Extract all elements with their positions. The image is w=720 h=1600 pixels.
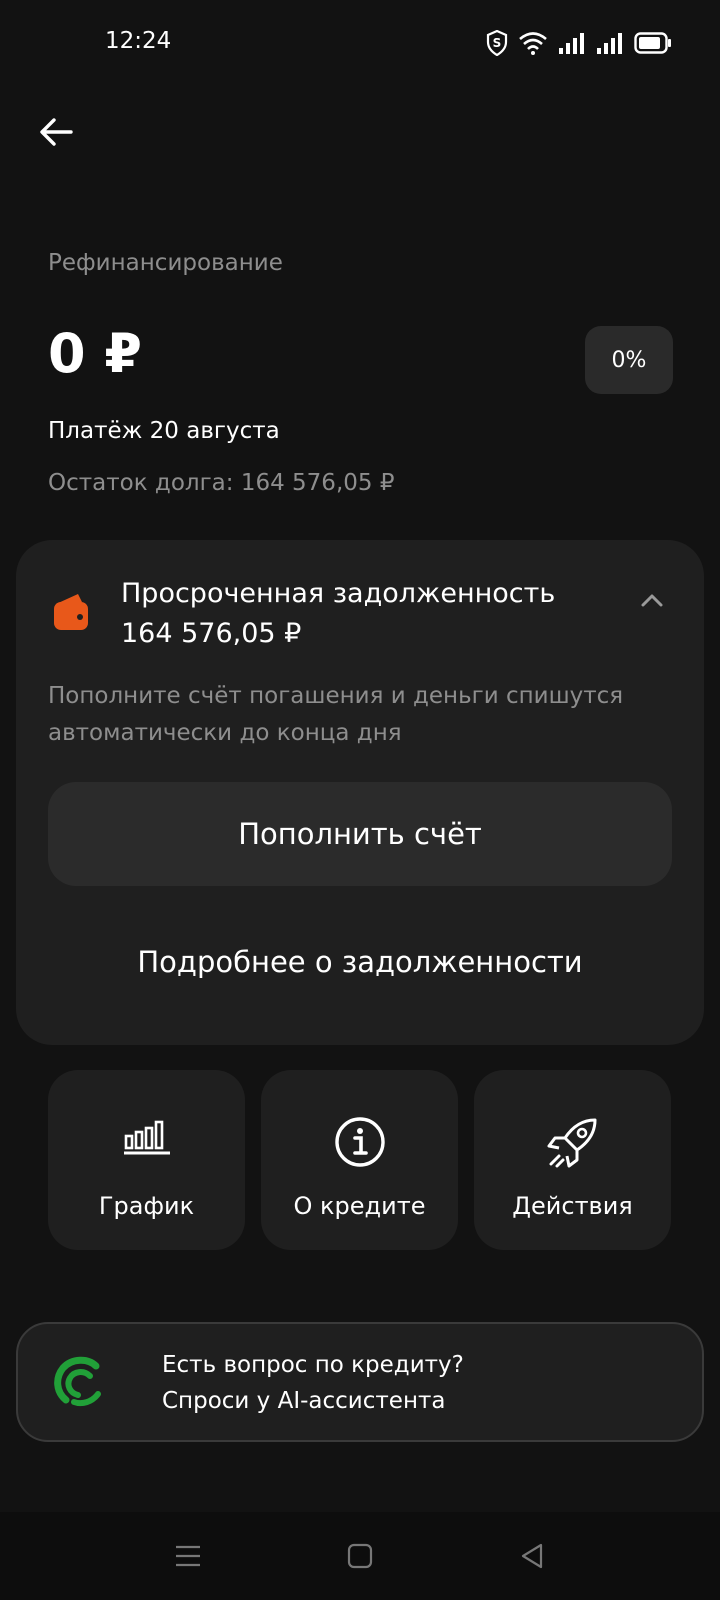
svg-text:S: S — [493, 36, 502, 50]
collapse-button[interactable] — [634, 582, 670, 618]
signal-icon — [559, 33, 584, 54]
nav-menu-button[interactable] — [166, 1534, 210, 1578]
ai-banner-question: Есть вопрос по кредиту? — [162, 1352, 464, 1378]
tile-label: График — [98, 1192, 195, 1220]
tile-label: Действия — [512, 1192, 633, 1220]
status-bar: 12:24 S — [0, 0, 720, 90]
bar-chart-icon — [123, 1120, 170, 1155]
topup-account-button[interactable]: Пополнить счёт — [48, 782, 672, 886]
info-icon — [334, 1117, 385, 1167]
ai-assistant-banner[interactable]: Есть вопрос по кредиту? Спроси у AI-асси… — [16, 1322, 704, 1442]
debt-details-link[interactable]: Подробнее о задолженности — [16, 910, 704, 1014]
action-tiles: График О кредите Действия — [48, 1070, 672, 1250]
status-icons: S — [486, 30, 672, 56]
back-button[interactable] — [36, 112, 76, 152]
system-nav-bar — [0, 1512, 720, 1600]
rate-badge: 0% — [585, 326, 673, 394]
debt-description: Пополните счёт погашения и деньги спишут… — [48, 683, 624, 746]
payment-amount: 0 ₽ — [48, 322, 142, 385]
ai-banner-cta: Спроси у AI-ассистента — [162, 1388, 446, 1414]
arrow-left-icon — [40, 118, 73, 146]
home-icon — [347, 1543, 373, 1569]
tile-label: О кредите — [293, 1192, 426, 1220]
signal-icon — [597, 33, 622, 54]
tile-schedule[interactable]: График — [48, 1070, 245, 1250]
status-time: 12:24 — [105, 28, 172, 54]
menu-icon — [176, 1545, 200, 1567]
overdue-debt-card: Просроченная задолженность 164 576,05 ₽ … — [16, 540, 704, 1045]
remaining-debt: Остаток долга: 164 576,05 ₽ — [48, 470, 395, 496]
product-name: Рефинансирование — [48, 250, 283, 276]
back-triangle-icon — [521, 1543, 543, 1569]
assistant-logo-icon — [54, 1356, 101, 1407]
nav-back-button[interactable] — [510, 1534, 554, 1578]
debt-title: Просроченная задолженность — [121, 578, 556, 609]
tile-about-credit[interactable]: О кредите — [261, 1070, 458, 1250]
shield-icon: S — [486, 30, 508, 56]
wallet-icon — [54, 594, 88, 630]
nav-home-button[interactable] — [338, 1534, 382, 1578]
wifi-icon — [519, 32, 547, 55]
chevron-up-icon — [641, 594, 663, 607]
tile-actions[interactable]: Действия — [474, 1070, 671, 1250]
rocket-icon — [547, 1118, 596, 1168]
debt-amount: 164 576,05 ₽ — [121, 618, 302, 649]
battery-icon — [634, 32, 671, 54]
payment-date: Платёж 20 августа — [48, 418, 280, 444]
